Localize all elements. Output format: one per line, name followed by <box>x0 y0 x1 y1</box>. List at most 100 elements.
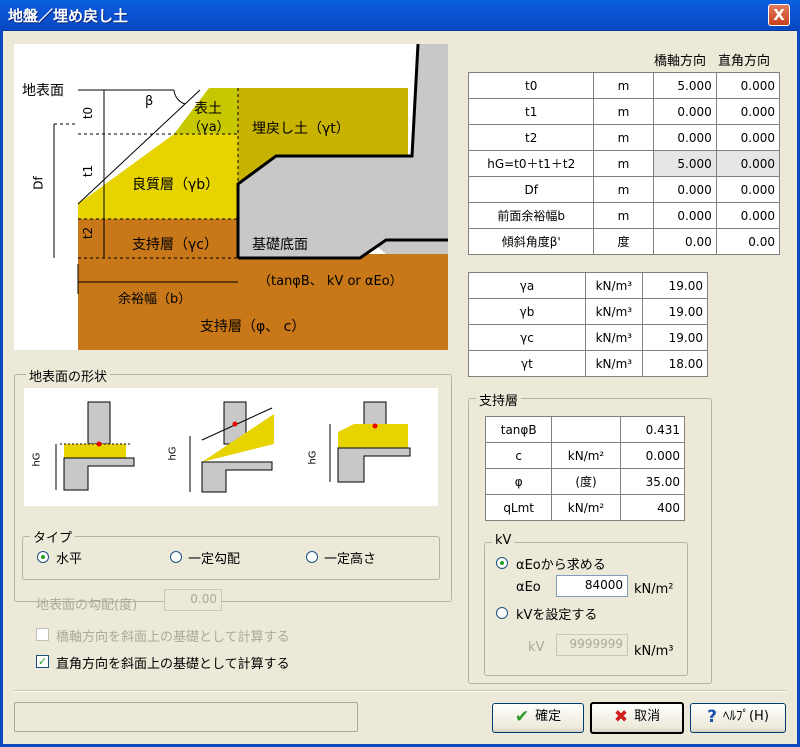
aeo-input[interactable]: 84000 <box>556 575 628 597</box>
gamma-unit: kN/m³ <box>584 272 643 299</box>
dims-label: t1 <box>467 98 595 125</box>
kv-set-radio[interactable] <box>496 607 508 619</box>
bearing-unit: kN/m² <box>551 494 621 521</box>
bearing-value[interactable]: 400 <box>619 494 686 521</box>
slope-input[interactable]: 0.00 <box>164 589 222 611</box>
bearing-row: φ (度) 35.00 <box>484 468 686 495</box>
dims-row: t2 m 0.000 0.000 <box>467 124 781 151</box>
dims-value-bridge[interactable]: 0.000 <box>652 124 717 151</box>
bearing-group-title: 支持層 <box>476 390 522 409</box>
dims-value-bridge[interactable]: 0.000 <box>652 176 717 203</box>
bearing-unit <box>551 416 621 443</box>
label-foundation-base: 基礎底面 <box>252 237 308 253</box>
label-bearing-layer: 支持層（γc） <box>132 237 218 253</box>
kv-set-label: kVを設定する <box>516 608 598 623</box>
gamma-row: γt kN/m³ 18.00 <box>468 350 709 377</box>
bearing-unit: (度) <box>551 468 621 495</box>
bottom-separator <box>14 690 786 692</box>
dims-value-perpendicular[interactable]: 0.000 <box>715 72 781 99</box>
close-icon: X <box>773 6 785 24</box>
aeo-label: αEo <box>516 580 541 595</box>
dims-label: 前面余裕幅b <box>467 202 595 229</box>
kv-input[interactable]: 9999999 <box>556 634 628 656</box>
hg-label-3: hG <box>307 450 319 465</box>
label-t2: t2 <box>81 226 96 240</box>
dims-unit: 度 <box>593 228 654 255</box>
dims-row: Df m 0.000 0.000 <box>467 176 781 203</box>
gamma-table: γa kN/m³ 19.00 γb kN/m³ 19.00 γc kN/m³ 19.00 γt kN… <box>468 272 709 377</box>
dims-value-perpendicular[interactable]: 0.000 <box>715 124 781 151</box>
bearing-value[interactable]: 0.000 <box>619 442 686 469</box>
dims-row: hG=t0＋t1＋t2 m 5.000 0.000 <box>467 150 781 177</box>
soil-diagram <box>14 44 448 350</box>
dims-label: t2 <box>467 124 595 151</box>
label-surface-soil-gamma: （γa） <box>188 120 230 135</box>
label-ground-surface: 地表面 <box>22 83 64 99</box>
hg-label-1: hG <box>31 452 43 467</box>
dims-label: Df <box>467 176 595 203</box>
label-margin-width: 余裕幅（b） <box>118 292 192 307</box>
dims-value-perpendicular[interactable]: 0.00 <box>715 228 781 255</box>
slope-label: 地表面の勾配(度) <box>36 598 138 613</box>
gamma-unit: kN/m³ <box>584 298 643 325</box>
dims-table: t0 m 5.000 0.000 t1 m 0.000 0.000 t2 m 0.000 0.000 h… <box>467 72 781 255</box>
type-horizontal-radio[interactable] <box>37 551 49 563</box>
label-df: Df <box>31 176 46 190</box>
gamma-value[interactable]: 19.00 <box>641 272 709 299</box>
kv-from-aeo-radio[interactable] <box>496 557 508 569</box>
kv-label: kV <box>528 640 545 655</box>
dims-value-bridge[interactable]: 5.000 <box>652 72 717 99</box>
help-icon: ? <box>707 707 717 727</box>
type-slope-radio[interactable] <box>170 551 182 563</box>
dims-row: 傾斜角度β' 度 0.00 0.00 <box>467 228 781 255</box>
dims-unit: m <box>593 176 654 203</box>
dims-value-bridge: 5.000 <box>652 150 717 177</box>
gamma-unit: kN/m³ <box>584 324 643 351</box>
dims-unit: m <box>593 150 654 177</box>
kv-unit: kN/m³ <box>634 644 674 659</box>
dims-label: 傾斜角度β' <box>467 228 595 255</box>
help-button-label: ﾍﾙﾌﾟ(H) <box>722 709 769 724</box>
bearing-value[interactable]: 35.00 <box>619 468 686 495</box>
gamma-label: γc <box>468 324 586 351</box>
close-button[interactable]: X <box>768 4 790 26</box>
dims-value-perpendicular[interactable]: 0.000 <box>715 202 781 229</box>
label-t0: t0 <box>81 106 96 120</box>
bearing-unit: kN/m² <box>551 442 621 469</box>
label-backfill: 埋戻し土（γt） <box>252 121 350 137</box>
perpendicular-slope-checkbox[interactable]: ✓ <box>36 655 49 668</box>
label-surface-soil: 表土 <box>194 101 222 117</box>
shape-group-title: 地表面の形状 <box>26 366 111 385</box>
bearing-table: tanφB 0.431 c kN/m² 0.000 φ (度) 35.00 qLmt kN/m² 4… <box>484 416 686 521</box>
gamma-value[interactable]: 19.00 <box>641 324 709 351</box>
gamma-row: γb kN/m³ 19.00 <box>468 298 709 325</box>
dims-value-perpendicular[interactable]: 0.000 <box>715 98 781 125</box>
bridge-axis-slope-checkbox[interactable] <box>36 628 49 641</box>
gamma-value[interactable]: 18.00 <box>641 350 709 377</box>
label-t1: t1 <box>81 164 96 178</box>
gamma-label: γt <box>468 350 586 377</box>
label-beta: β <box>145 94 154 109</box>
gamma-value[interactable]: 19.00 <box>641 298 709 325</box>
bearing-label: qLmt <box>484 494 553 521</box>
cancel-button-label: 取消 <box>634 709 661 724</box>
dims-value-bridge[interactable]: 0.000 <box>652 202 717 229</box>
help-button[interactable]: ? ﾍﾙﾌﾟ(H) <box>690 703 786 733</box>
window-title: 地盤／埋め戻し土 <box>8 7 129 25</box>
ok-button[interactable]: ✔ 確定 <box>492 703 584 733</box>
type-height-radio[interactable] <box>306 551 318 563</box>
bearing-value: 0.431 <box>619 416 686 443</box>
bearing-row: qLmt kN/m² 400 <box>484 494 686 521</box>
dims-row: t1 m 0.000 0.000 <box>467 98 781 125</box>
dims-value-perpendicular: 0.000 <box>715 150 781 177</box>
dims-row: t0 m 5.000 0.000 <box>467 72 781 99</box>
dims-label: hG=t0＋t1＋t2 <box>467 150 595 177</box>
cancel-button[interactable]: ✖ 取消 <box>590 702 684 734</box>
dims-value-bridge[interactable]: 0.00 <box>652 228 717 255</box>
dims-value-bridge[interactable]: 0.000 <box>652 98 717 125</box>
dims-value-perpendicular[interactable]: 0.000 <box>715 176 781 203</box>
bearing-label: φ <box>484 468 553 495</box>
perpendicular-slope-label: 直角方向を斜面上の基礎として計算する <box>56 657 290 672</box>
check-icon: ✔ <box>514 707 530 727</box>
type-horizontal-label: 水平 <box>56 552 83 567</box>
